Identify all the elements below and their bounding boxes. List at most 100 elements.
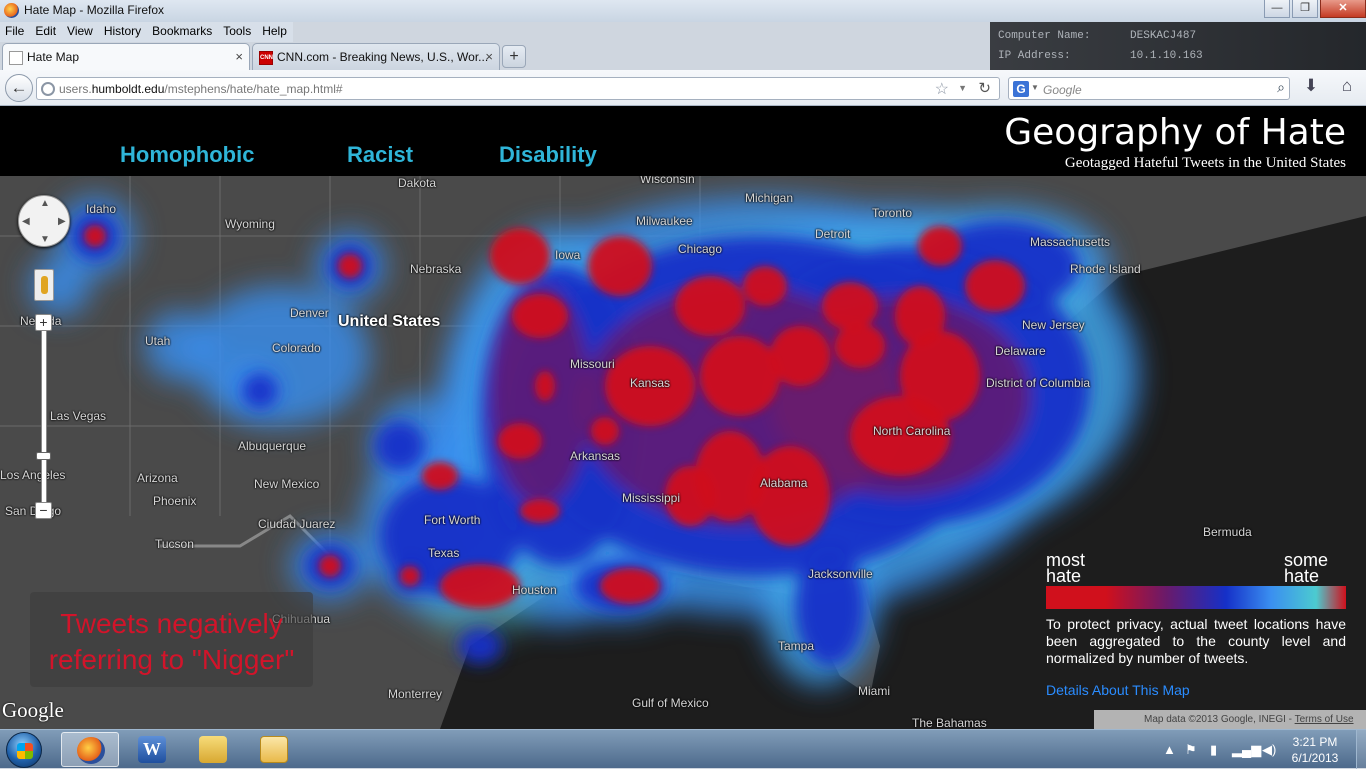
map-label: Denver: [290, 306, 329, 320]
tab-strip: Hate Map × CNN CNN.com - Breaking News, …: [0, 43, 1366, 70]
zoom-slider-track[interactable]: [41, 326, 47, 516]
tab-label: Hate Map: [27, 50, 80, 64]
reload-icon[interactable]: ↻: [978, 79, 991, 97]
maximize-button[interactable]: ❐: [1292, 0, 1318, 18]
map-label: Gulf of Mexico: [632, 696, 709, 710]
system-clock[interactable]: 3:21 PM 6/1/2013: [1280, 734, 1350, 766]
blank-page-icon: [9, 51, 23, 65]
heat-blob: [242, 373, 278, 409]
heat-blob: [588, 236, 652, 296]
minimize-button[interactable]: —: [1264, 0, 1290, 18]
zoom-slider-thumb[interactable]: [36, 452, 51, 460]
heat-blob: [375, 421, 425, 471]
legend-some-label: some hate: [1284, 550, 1329, 586]
taskbar-tickets[interactable]: [245, 732, 303, 767]
nav-racist[interactable]: Racist: [347, 142, 413, 168]
taskbar-word[interactable]: W: [123, 732, 181, 767]
bookmark-star-icon[interactable]: ☆: [935, 79, 949, 99]
map-label: Mississippi: [622, 491, 681, 505]
map-label: Toronto: [872, 206, 913, 220]
taskbar-firefox[interactable]: [61, 732, 119, 767]
action-center-flag-icon[interactable]: ⚑: [1185, 742, 1197, 758]
heat-blob: [338, 254, 362, 278]
heat-blob: [675, 276, 745, 336]
map-label: New Jersey: [1022, 318, 1085, 332]
map-label: Los Angeles: [0, 468, 66, 482]
google-logo[interactable]: Google: [2, 698, 64, 723]
street-view-pegman-icon[interactable]: [34, 269, 54, 301]
battery-icon[interactable]: ▮: [1210, 742, 1217, 758]
map-label: Missouri: [570, 357, 615, 371]
menu-bookmarks[interactable]: Bookmarks: [147, 22, 219, 42]
heat-map[interactable]: Dakota Wisconsin Michigan Toronto Idaho Wyomi…: [0, 176, 1366, 729]
menu-file[interactable]: File: [0, 22, 31, 42]
chevron-down-icon[interactable]: ▼: [1031, 83, 1039, 92]
heat-blob: [512, 294, 568, 338]
map-label: The Bahamas: [912, 716, 987, 729]
downloads-icon[interactable]: ⬇: [1300, 76, 1322, 100]
chevron-down-icon[interactable]: ▼: [958, 83, 967, 93]
legend: most hate some hate To protect privacy, …: [1046, 548, 1346, 708]
menu-history[interactable]: History: [98, 22, 148, 42]
legend-most-label: most hate: [1046, 550, 1086, 586]
window-controls: — ❐ ✕: [1262, 0, 1366, 20]
heat-blob: [895, 286, 945, 346]
taskbar-explorer[interactable]: [184, 732, 242, 767]
show-desktop-button[interactable]: [1356, 730, 1366, 769]
clock-date: 6/1/2013: [1291, 751, 1339, 765]
heat-blob: [900, 331, 980, 421]
menu-view[interactable]: View: [62, 22, 99, 42]
map-label: Texas: [428, 546, 460, 560]
map-label: Nebraska: [410, 262, 462, 276]
map-label: Phoenix: [153, 494, 197, 508]
window-title: Hate Map - Mozilla Firefox: [24, 3, 165, 17]
map-label: Dakota: [398, 176, 437, 190]
heat-blob: [190, 286, 370, 426]
nav-homophobic[interactable]: Homophobic: [120, 142, 254, 168]
search-bar[interactable]: G ▼ Google ⌕: [1008, 77, 1290, 100]
map-label: Bermuda: [1203, 525, 1252, 539]
pan-right-icon[interactable]: ▶: [58, 216, 66, 227]
heat-blob: [822, 282, 878, 330]
firefox-icon: [77, 737, 105, 764]
show-hidden-icons-icon[interactable]: ▲: [1163, 742, 1176, 757]
new-tab-button[interactable]: +: [502, 45, 526, 68]
close-tab-icon[interactable]: ×: [235, 49, 243, 64]
tab-hate-map[interactable]: Hate Map ×: [2, 43, 250, 70]
map-label: New Mexico: [254, 477, 320, 491]
menu-edit[interactable]: Edit: [30, 22, 63, 42]
details-link[interactable]: Details About This Map: [1046, 682, 1190, 698]
privacy-note: To protect privacy, actual tweet locatio…: [1046, 616, 1346, 666]
zoom-in-button[interactable]: +: [35, 314, 52, 331]
search-icon[interactable]: ⌕: [1277, 79, 1285, 96]
search-placeholder: Google: [1043, 83, 1082, 97]
ticket-icon: [260, 736, 288, 763]
clock-time: 3:21 PM: [1292, 735, 1338, 749]
map-pan-control[interactable]: ▲ ▼ ◀ ▶: [18, 195, 70, 247]
menu-tools[interactable]: Tools: [218, 22, 258, 42]
pan-up-icon[interactable]: ▲: [40, 198, 50, 209]
google-search-engine-icon[interactable]: G: [1013, 81, 1029, 97]
map-label: Miami: [858, 684, 890, 698]
menubar: File Edit View History Bookmarks Tools H…: [0, 22, 293, 42]
pan-down-icon[interactable]: ▼: [40, 234, 50, 245]
nav-disability[interactable]: Disability: [499, 142, 597, 168]
volume-icon[interactable]: ◀): [1262, 742, 1276, 758]
terms-of-use-link[interactable]: Terms of Use: [1295, 714, 1354, 725]
back-button[interactable]: ←: [5, 74, 33, 102]
map-label: Detroit: [815, 227, 851, 241]
map-copyright: Map data ©2013 Google, INEGI - Terms of …: [1094, 710, 1366, 729]
heat-blob: [400, 566, 420, 586]
map-label: Albuquerque: [238, 439, 307, 453]
close-tab-icon[interactable]: ×: [485, 49, 493, 64]
close-button[interactable]: ✕: [1320, 0, 1366, 18]
home-icon[interactable]: ⌂: [1336, 76, 1358, 100]
navigation-toolbar: ← users.humboldt.edu/mstephens/hate/hate…: [0, 70, 1366, 106]
start-button[interactable]: [6, 732, 42, 768]
network-icon[interactable]: ▂▄▆: [1232, 742, 1261, 758]
zoom-out-button[interactable]: −: [35, 502, 52, 519]
url-bar[interactable]: users.humboldt.edu/mstephens/hate/hate_m…: [36, 77, 1000, 100]
tab-cnn[interactable]: CNN CNN.com - Breaking News, U.S., Wor..…: [252, 43, 500, 70]
menu-help[interactable]: Help: [257, 22, 293, 42]
pan-left-icon[interactable]: ◀: [22, 216, 30, 227]
